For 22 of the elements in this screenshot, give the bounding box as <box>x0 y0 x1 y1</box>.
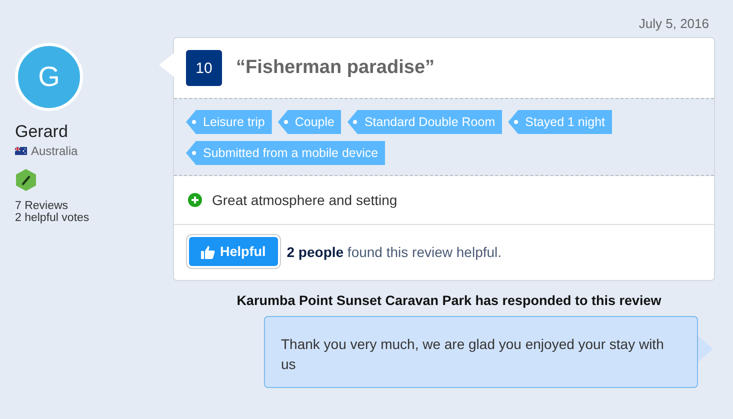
flag-icon <box>15 147 27 155</box>
tag: Leisure trip <box>186 110 272 134</box>
helpful-count-text: 2 people found this review helpful. <box>286 244 502 260</box>
tag: Stayed 1 night <box>508 110 612 134</box>
pencil-badge-icon <box>15 168 37 192</box>
tag: Submitted from a mobile device <box>186 141 386 165</box>
reviewer-name: Gerard <box>15 122 68 142</box>
tag: Standard Double Room <box>347 110 502 134</box>
tag: Couple <box>278 110 342 134</box>
review-score: 10 <box>186 50 222 86</box>
pro-text: Great atmosphere and setting <box>212 192 398 208</box>
review-count: 7 Reviews <box>15 200 68 212</box>
thumbs-up-icon <box>201 244 215 258</box>
review-date: July 5, 2016 <box>638 16 709 31</box>
plus-icon <box>188 193 202 207</box>
helpful-votes-count: 2 helpful votes <box>15 212 90 224</box>
response-text: Thank you very much, we are glad you enjoyed your stay with us <box>281 336 664 372</box>
response-heading: Karumba Point Sunset Caravan Park has responded to this review <box>236 293 662 308</box>
helpful-button[interactable]: Helpful <box>189 237 278 266</box>
reviewer-country: Australia <box>31 144 78 158</box>
review-title: “Fisherman paradise” <box>236 57 435 79</box>
avatar: G <box>15 43 83 111</box>
